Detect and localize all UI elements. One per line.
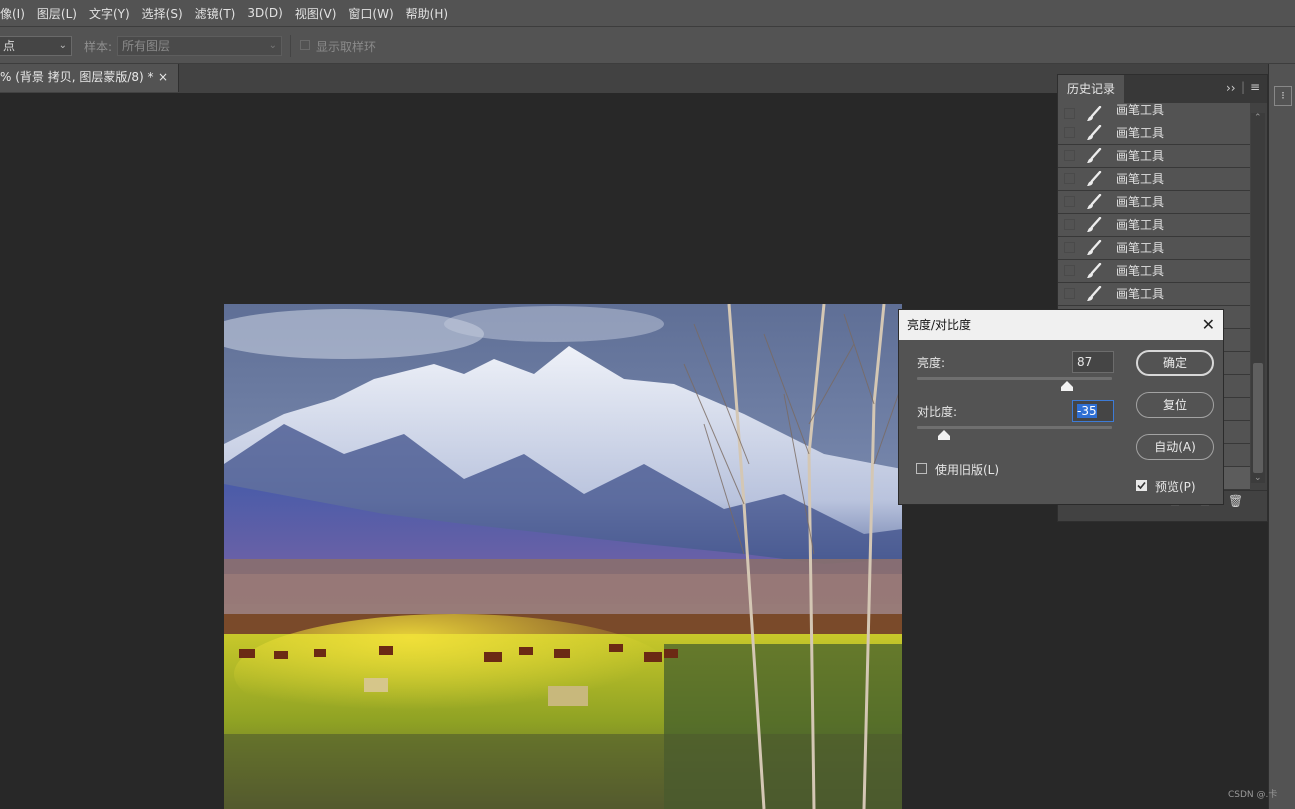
snapshot-source-checkbox[interactable] <box>1064 196 1075 207</box>
show-ring-checkbox[interactable] <box>300 40 310 50</box>
sample-size-select[interactable]: 点 ⌄ <box>0 36 72 56</box>
landscape-image <box>224 304 902 809</box>
dialog-title-bar: 亮度/对比度 ✕ <box>899 310 1223 340</box>
snapshot-source-checkbox[interactable] <box>1064 173 1075 184</box>
history-item[interactable]: 画笔工具 <box>1058 283 1250 306</box>
menu-help[interactable]: 帮助(H) <box>400 5 454 22</box>
brightness-value: 87 <box>1077 355 1093 369</box>
snapshot-source-checkbox[interactable] <box>1064 242 1075 253</box>
snapshot-source-checkbox[interactable] <box>1064 150 1075 161</box>
auto-button[interactable]: 自动(A) <box>1136 434 1214 460</box>
brush-icon <box>1087 171 1102 186</box>
history-item[interactable]: 画笔工具 <box>1058 168 1250 191</box>
sample-label: 样本: <box>84 40 113 54</box>
divider <box>290 35 291 57</box>
sample-value: 所有图层 <box>122 39 171 53</box>
history-item[interactable]: 画笔工具 <box>1058 260 1250 283</box>
close-icon[interactable]: ✕ <box>1202 310 1215 340</box>
history-tab[interactable]: 历史记录 <box>1058 75 1124 103</box>
menu-image[interactable]: 像(I) <box>0 5 31 22</box>
menu-select[interactable]: 选择(S) <box>136 5 189 22</box>
ok-button[interactable]: 确定 <box>1136 350 1214 376</box>
menu-bar: 像(I) 图层(L) 文字(Y) 选择(S) 滤镜(T) 3D(D) 视图(V)… <box>0 0 1295 26</box>
history-item[interactable]: 画笔工具 <box>1058 122 1250 145</box>
use-legacy-label: 使用旧版(L) <box>935 463 1000 477</box>
menu-type[interactable]: 文字(Y) <box>83 5 136 22</box>
history-item[interactable]: 画笔工具 <box>1058 103 1250 123</box>
brush-icon <box>1087 286 1102 301</box>
brush-icon <box>1087 240 1102 255</box>
menu-3d[interactable]: 3D(D) <box>241 6 288 20</box>
history-panel-header: 历史记录 ›› | ≡ <box>1058 75 1267 103</box>
snapshot-source-checkbox[interactable] <box>1064 127 1075 138</box>
brush-icon <box>1087 263 1102 278</box>
snapshot-source-checkbox[interactable] <box>1064 219 1075 230</box>
snapshot-source-checkbox[interactable] <box>1064 288 1075 299</box>
brush-icon <box>1087 106 1102 121</box>
chevron-up-icon[interactable]: ⌃ <box>1254 113 1262 123</box>
panel-toggle-icon[interactable]: ⁝ <box>1274 86 1292 106</box>
chevron-down-icon: ⌄ <box>58 40 67 51</box>
menu-layer[interactable]: 图层(L) <box>31 5 83 22</box>
brush-icon <box>1087 194 1102 209</box>
sample-select[interactable]: 所有图层 ⌄ <box>117 36 282 56</box>
watermark: CSDN @.卡 <box>1228 790 1278 800</box>
close-icon[interactable]: × <box>158 64 168 91</box>
brush-icon <box>1087 217 1102 232</box>
brightness-input[interactable]: 87 <box>1072 351 1114 373</box>
brightness-label: 亮度: <box>917 356 946 370</box>
slider-handle-icon <box>1061 381 1074 391</box>
history-item[interactable]: 画笔工具 <box>1058 237 1250 260</box>
panel-menu-icon[interactable]: ≡ <box>1250 80 1260 94</box>
document-tab-title: % (背景 拷贝, 图层蒙版/8) * <box>0 70 154 84</box>
menu-window[interactable]: 窗口(W) <box>342 5 399 22</box>
trash-icon[interactable]: 🗑 <box>1228 494 1243 508</box>
sample-size-value: 点 <box>3 39 16 53</box>
brightness-slider[interactable] <box>917 377 1112 391</box>
history-item-label: 画笔工具 <box>1116 287 1165 301</box>
snapshot-source-checkbox[interactable] <box>1064 108 1075 119</box>
dialog-title: 亮度/对比度 <box>907 318 972 332</box>
chevron-down-icon: ⌄ <box>268 40 277 51</box>
brush-icon <box>1087 148 1102 163</box>
menu-filter[interactable]: 滤镜(T) <box>189 5 242 22</box>
history-item[interactable]: 画笔工具 <box>1058 145 1250 168</box>
history-item-label: 画笔工具 <box>1116 103 1165 117</box>
history-scrollbar[interactable]: ⌃ ⌄ <box>1251 113 1265 483</box>
preview-label: 预览(P) <box>1155 480 1196 494</box>
contrast-input[interactable]: -35 <box>1072 400 1114 422</box>
history-item-label: 画笔工具 <box>1116 195 1165 209</box>
contrast-label: 对比度: <box>917 405 958 419</box>
chevron-down-icon[interactable]: ⌄ <box>1254 473 1262 483</box>
brightness-contrast-dialog: 亮度/对比度 ✕ 亮度: 87 对比度: -35 使用旧版(L) 确定 复位 自… <box>898 309 1224 505</box>
contrast-slider[interactable] <box>917 426 1112 440</box>
use-legacy-checkbox[interactable] <box>916 463 927 474</box>
history-item-label: 画笔工具 <box>1116 264 1165 278</box>
history-item-label: 画笔工具 <box>1116 149 1165 163</box>
brush-icon <box>1087 125 1102 140</box>
scrollbar-thumb[interactable] <box>1253 363 1263 473</box>
snapshot-source-checkbox[interactable] <box>1064 265 1075 276</box>
document-image[interactable] <box>224 304 902 809</box>
history-item-label: 画笔工具 <box>1116 218 1165 232</box>
right-panel-strip: ⁝ <box>1268 64 1295 809</box>
collapse-panel-icon[interactable]: ›› <box>1226 81 1236 95</box>
show-ring-label: 显示取样环 <box>316 40 377 54</box>
checkmark-icon <box>1137 481 1146 490</box>
document-tab[interactable]: % (背景 拷贝, 图层蒙版/8) * × <box>0 64 179 92</box>
preview-checkbox[interactable] <box>1136 480 1147 491</box>
history-item-label: 画笔工具 <box>1116 126 1165 140</box>
history-item-label: 画笔工具 <box>1116 172 1165 186</box>
history-item[interactable]: 画笔工具 <box>1058 191 1250 214</box>
history-item[interactable]: 画笔工具 <box>1058 214 1250 237</box>
options-bar: 点 ⌄ 样本: 所有图层 ⌄ 显示取样环 <box>0 26 1295 64</box>
slider-handle-icon <box>938 430 951 440</box>
menu-view[interactable]: 视图(V) <box>289 5 343 22</box>
title-right-area <box>1268 0 1295 26</box>
history-item-label: 画笔工具 <box>1116 241 1165 255</box>
reset-button[interactable]: 复位 <box>1136 392 1214 418</box>
contrast-value: -35 <box>1077 404 1097 418</box>
divider: | <box>1241 80 1246 94</box>
